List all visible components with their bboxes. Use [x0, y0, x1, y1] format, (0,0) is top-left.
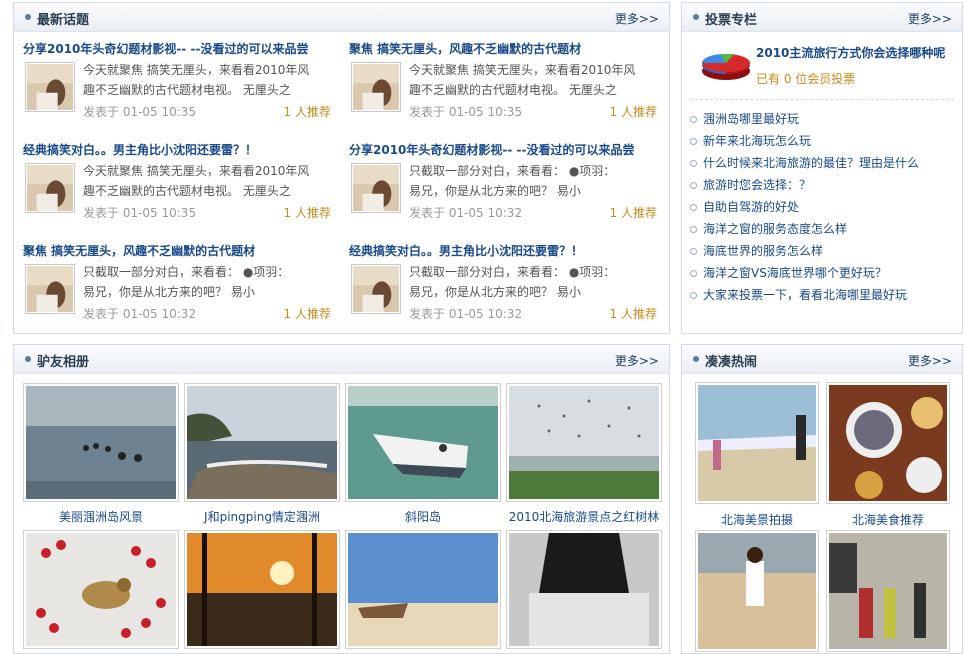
bullet-icon	[690, 116, 697, 123]
hot-photo[interactable]	[826, 382, 950, 504]
topic-excerpt: 今天就聚焦 搞笑无厘头，来看看2010年风 趣不乏幽默的古代题材电视。 无厘头之	[83, 164, 310, 198]
hot-photo[interactable]	[826, 530, 950, 652]
topic-date: 发表于 01-05 10:32	[83, 307, 197, 321]
bullet-icon	[690, 292, 697, 299]
more-link[interactable]: 更多>>	[615, 352, 659, 369]
vote-link[interactable]: 海洋之窗VS海底世界哪个更好玩？	[690, 264, 887, 281]
topic-recommend-count: 1 人推荐	[609, 105, 657, 119]
vote-header: 投票专栏 更多>>	[682, 3, 962, 32]
album-header: 驴友相册 更多>>	[14, 345, 669, 374]
topic-item: 分享2010年头奇幻题材影视-- --没看过的可以来品尝 今天就聚焦 搞笑无厘头…	[23, 40, 341, 132]
topic-title-link[interactable]: 分享2010年头奇幻题材影视-- --没看过的可以来品尝	[23, 40, 309, 57]
bullet-icon	[690, 182, 697, 189]
hot-photo-caption[interactable]: 北海美食推荐	[826, 511, 950, 528]
vote-count: 已有 0 位会员投票	[756, 72, 856, 86]
topic-thumbnail[interactable]	[351, 62, 401, 112]
topic-item: 经典搞笑对白。。男主角比小沈阳还要雷？！ 只截取一部分对白，来看看： ●项羽：易…	[349, 242, 667, 334]
vote-link[interactable]: 大家来投票一下，看看北海哪里最好玩	[690, 286, 907, 303]
hot-photo[interactable]	[695, 530, 819, 652]
topic-thumbnail[interactable]	[25, 62, 75, 112]
topic-title-link[interactable]: 经典搞笑对白。。男主角比小沈阳还要雷？！	[23, 141, 257, 158]
more-link[interactable]: 更多>>	[615, 10, 659, 27]
topic-title-link[interactable]: 聚焦 搞笑无厘头，风趣不乏幽默的古代题材	[349, 40, 581, 57]
vote-link[interactable]: 旅游时您会选择：？	[690, 176, 811, 193]
topic-recommend-count: 1 人推荐	[283, 307, 331, 321]
pie-chart-icon	[700, 49, 752, 83]
panel-title: 凑凑热闹	[705, 355, 758, 370]
topic-date: 发表于 01-05 10:32	[409, 206, 523, 220]
topic-excerpt: 今天就聚焦 搞笑无厘头，来看看2010年风 趣不乏幽默的古代题材电视。 无厘头之	[409, 63, 636, 97]
panel-title: 最新话题	[37, 13, 90, 28]
album-photo[interactable]	[184, 530, 340, 649]
topic-recommend-count: 1 人推荐	[609, 307, 657, 321]
hot-panel: 凑凑热闹 更多>> 北海美景拍摄 北海美食推荐	[681, 344, 963, 654]
topic-date: 发表于 01-05 10:35	[83, 105, 197, 119]
bullet-icon	[690, 160, 697, 167]
album-panel: 驴友相册 更多>> 美丽涠洲岛风景 J和pingping情定涠洲 斜阳岛 201…	[13, 344, 670, 654]
bullet-icon	[690, 270, 697, 277]
album-photo[interactable]	[345, 530, 501, 649]
vote-panel: 投票专栏 更多>> 2010主流旅行方式你会选择哪种呢 已有 0 位会员投票 涠…	[681, 2, 963, 334]
divider	[690, 99, 954, 100]
hot-photo-caption[interactable]: 北海美景拍摄	[695, 511, 819, 528]
album-photo-caption[interactable]: 斜阳岛	[345, 508, 501, 525]
vote-link[interactable]: 海洋之窗的服务态度怎么样	[690, 220, 847, 237]
panel-title: 驴友相册	[37, 355, 90, 370]
topic-recommend-count: 1 人推荐	[283, 105, 331, 119]
vote-link[interactable]: 自助自驾游的好处	[690, 198, 799, 215]
more-link[interactable]: 更多>>	[908, 10, 952, 27]
album-photo-caption[interactable]: 美丽涠洲岛风景	[23, 508, 179, 525]
vote-link[interactable]: 涠洲岛哪里最好玩	[690, 110, 799, 127]
bullet-icon	[693, 14, 699, 20]
album-photo[interactable]	[23, 530, 179, 649]
vote-link[interactable]: 新年来北海玩怎么玩	[690, 132, 811, 149]
album-photo[interactable]	[23, 383, 179, 502]
album-photo-caption[interactable]: J和pingping情定涠洲	[184, 508, 340, 525]
topic-title-link[interactable]: 聚焦 搞笑无厘头，风趣不乏幽默的古代题材	[23, 242, 255, 259]
album-photo[interactable]	[184, 383, 340, 502]
more-link[interactable]: 更多>>	[908, 352, 952, 369]
hot-photo[interactable]	[695, 382, 819, 504]
topic-date: 发表于 01-05 10:35	[83, 206, 197, 220]
topic-date: 发表于 01-05 10:35	[409, 105, 523, 119]
bullet-icon	[690, 204, 697, 211]
vote-feature-title-link[interactable]: 2010主流旅行方式你会选择哪种呢	[756, 44, 945, 61]
topic-excerpt: 只截取一部分对白，来看看： ●项羽： 易兄，你是从北方来的吧？ 易小	[409, 265, 616, 299]
bullet-icon	[690, 248, 697, 255]
album-photo[interactable]	[506, 530, 662, 649]
topic-thumbnail[interactable]	[351, 264, 401, 314]
bullet-icon	[690, 226, 697, 233]
panel-title: 投票专栏	[705, 13, 758, 28]
topic-recommend-count: 1 人推荐	[283, 206, 331, 220]
topic-date: 发表于 01-05 10:32	[409, 307, 523, 321]
topic-thumbnail[interactable]	[25, 163, 75, 213]
topic-excerpt: 只截取一部分对白，来看看： ●项羽： 易兄，你是从北方来的吧？ 易小	[83, 265, 290, 299]
topic-recommend-count: 1 人推荐	[609, 206, 657, 220]
topic-excerpt: 今天就聚焦 搞笑无厘头，来看看2010年风 趣不乏幽默的古代题材电视。 无厘头之	[83, 63, 310, 97]
latest-topics-header: 最新话题 更多>>	[14, 3, 669, 32]
bullet-icon	[690, 138, 697, 145]
hot-header: 凑凑热闹 更多>>	[682, 345, 962, 374]
topic-item: 聚焦 搞笑无厘头，风趣不乏幽默的古代题材 只截取一部分对白，来看看： ●项羽：易…	[23, 242, 341, 334]
topic-thumbnail[interactable]	[25, 264, 75, 314]
topic-item: 聚焦 搞笑无厘头，风趣不乏幽默的古代题材 今天就聚焦 搞笑无厘头，来看看2010…	[349, 40, 667, 132]
topic-thumbnail[interactable]	[351, 163, 401, 213]
topic-title-link[interactable]: 分享2010年头奇幻题材影视-- --没看过的可以来品尝	[349, 141, 635, 158]
topic-item: 分享2010年头奇幻题材影视-- --没看过的可以来品尝 只截取一部分对白，来看…	[349, 141, 667, 233]
topic-item: 经典搞笑对白。。男主角比小沈阳还要雷？！ 今天就聚焦 搞笑无厘头，来看看2010…	[23, 141, 341, 233]
topic-title-link[interactable]: 经典搞笑对白。。男主角比小沈阳还要雷？！	[349, 242, 583, 259]
latest-topics-panel: 最新话题 更多>> 分享2010年头奇幻题材影视-- --没看过的可以来品尝 今…	[13, 2, 670, 334]
bullet-icon	[25, 356, 31, 362]
bullet-icon	[25, 14, 31, 20]
vote-link[interactable]: 什么时候来北海旅游的最佳？理由是什么	[690, 154, 919, 171]
album-photo-caption[interactable]: 2010北海旅游景点之红树林	[506, 508, 662, 525]
bullet-icon	[693, 356, 699, 362]
album-photo[interactable]	[506, 383, 662, 502]
topic-excerpt: 只截取一部分对白，来看看： ●项羽： 易兄，你是从北方来的吧？ 易小	[409, 164, 616, 198]
vote-link[interactable]: 海底世界的服务怎么样	[690, 242, 823, 259]
album-photo[interactable]	[345, 383, 501, 502]
